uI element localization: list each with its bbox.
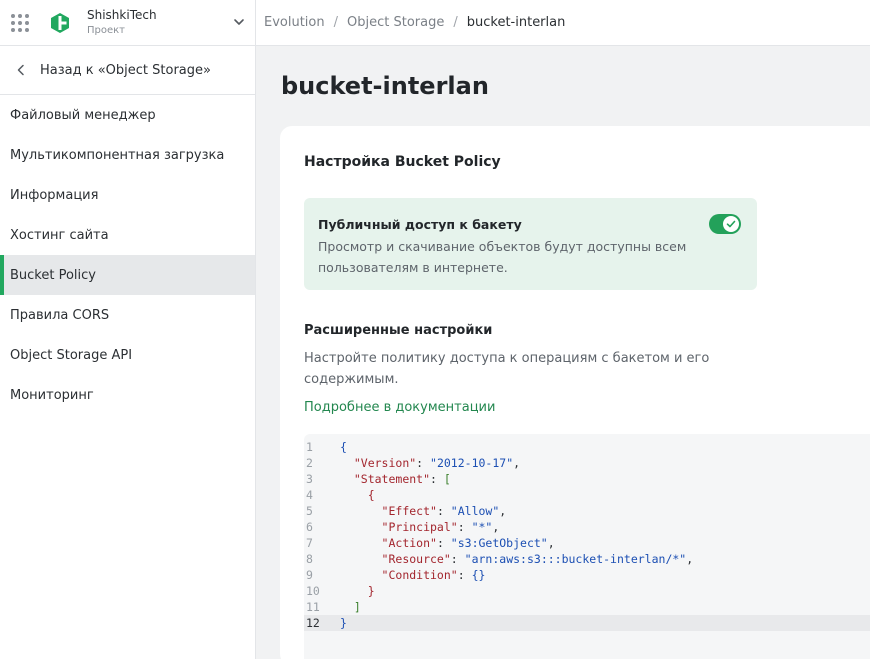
breadcrumb: Evolution / Object Storage / bucket-inte… [256, 0, 870, 46]
bucket-policy-card: Настройка Bucket Policy Публичный доступ… [280, 126, 870, 659]
project-subtitle: Проект [87, 25, 126, 36]
sidebar-item-multipart-upload[interactable]: Мультикомпонентная загрузка [0, 135, 255, 175]
code-line: 11 ] [306, 600, 361, 614]
public-access-panel: Публичный доступ к бакету Просмотр и ска… [304, 198, 757, 290]
code-line: 4 { [306, 488, 375, 502]
advanced-settings-title: Расширенные настройки [304, 323, 493, 338]
advanced-settings-description: Настройте политику доступа к операциям с… [304, 351, 710, 387]
policy-code-editor[interactable]: 1{ 2 "Version": "2012-10-17", 3 "Stateme… [304, 434, 870, 659]
public-access-title: Публичный доступ к бакету [318, 217, 522, 232]
sidebar-item-object-storage-api[interactable]: Object Storage API [0, 335, 255, 375]
sidebar-item-label: Правила CORS [10, 307, 110, 323]
code-line: 2 "Version": "2012-10-17", [306, 456, 521, 470]
project-name: ShishkiTech [87, 8, 157, 22]
sidebar-item-label: Bucket Policy [10, 267, 96, 283]
code-line: 9 "Condition": {} [306, 568, 486, 582]
sidebar-item-info[interactable]: Информация [0, 175, 255, 215]
back-to-object-storage[interactable]: Назад к «Object Storage» [0, 46, 255, 95]
code-line: 8 "Resource": "arn:aws:s3:::bucket-inter… [306, 552, 694, 566]
sidebar-item-label: Мониторинг [10, 387, 94, 403]
page-title: bucket-interlan [281, 72, 489, 100]
breadcrumb-evolution[interactable]: Evolution [264, 15, 325, 30]
sidebar-item-monitoring[interactable]: Мониторинг [0, 375, 255, 415]
check-icon [726, 220, 736, 228]
code-line: 6 "Principal": "*", [306, 520, 500, 534]
sidebar-item-label: Object Storage API [10, 347, 133, 363]
code-line: 3 "Statement": [ [306, 472, 451, 486]
sidebar-item-cors-rules[interactable]: Правила CORS [0, 295, 255, 335]
sidebar-item-bucket-policy[interactable]: Bucket Policy [0, 255, 255, 295]
back-label: Назад к «Object Storage» [40, 62, 211, 78]
public-access-toggle[interactable] [709, 214, 741, 234]
apps-grid-icon[interactable] [11, 13, 29, 32]
cloud-logo-icon [51, 12, 69, 33]
code-line: 7 "Action": "s3:GetObject", [306, 536, 555, 550]
sidebar-item-file-manager[interactable]: Файловый менеджер [0, 95, 255, 135]
sidebar-item-label: Мультикомпонентная загрузка [10, 147, 225, 163]
breadcrumb-separator: / [333, 15, 339, 30]
code-line: 5 "Effect": "Allow", [306, 504, 507, 518]
sidebar-item-label: Файловый менеджер [10, 107, 156, 123]
chevron-left-icon [17, 64, 24, 76]
breadcrumb-object-storage[interactable]: Object Storage [347, 15, 444, 30]
public-access-description: Просмотр и скачивание объектов будут дос… [318, 239, 687, 275]
card-title: Настройка Bucket Policy [304, 154, 501, 170]
sidebar-item-label: Хостинг сайта [10, 227, 109, 243]
docs-link[interactable]: Подробнее в документации [304, 400, 495, 415]
code-line: 10 } [306, 584, 375, 598]
code-line-current: 12} [304, 615, 870, 631]
toggle-knob [723, 216, 739, 232]
chevron-down-icon[interactable] [233, 16, 245, 28]
sidebar-item-label: Информация [10, 187, 99, 203]
breadcrumb-current: bucket-interlan [466, 15, 566, 30]
project-switcher[interactable]: ShishkiTech Проект [0, 0, 255, 46]
sidebar: ShishkiTech Проект Назад к «Object Stora… [0, 0, 256, 659]
sidebar-nav: Файловый менеджер Мультикомпонентная заг… [0, 95, 255, 415]
code-line: 1{ [306, 440, 347, 454]
breadcrumb-separator: / [453, 15, 458, 30]
sidebar-item-website-hosting[interactable]: Хостинг сайта [0, 215, 255, 255]
